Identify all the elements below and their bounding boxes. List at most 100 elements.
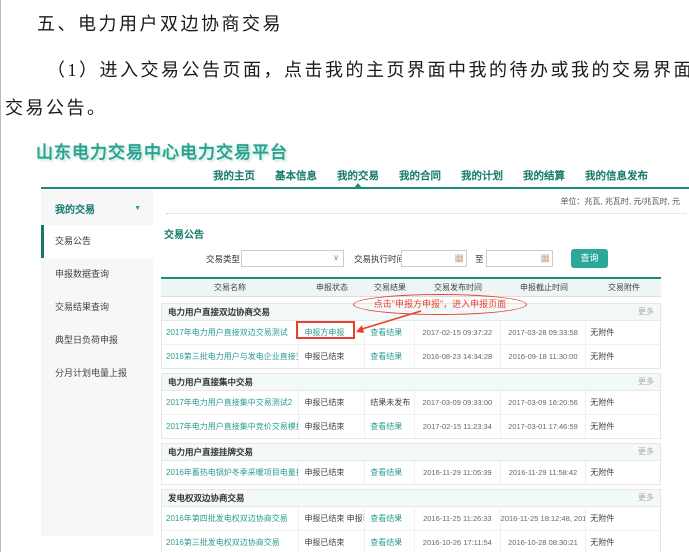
- document-page: 五、电力用户双边协商交易 （1）进入交易公告页面，点击我的主页界面中我的待办或我…: [0, 0, 689, 552]
- annotation-text: 点击"申报方申报"，进入申报页面: [374, 299, 506, 309]
- table-row: 2016第三批电力用户与发电企业直接交易申报已结束查看结果 2016-08-23 …: [162, 345, 660, 368]
- nav-tab-my-info-publish[interactable]: 我的信息发布: [585, 166, 648, 187]
- view-result-link[interactable]: 查看结果: [370, 352, 402, 361]
- attachment-cell: 无附件: [586, 321, 660, 344]
- units-label: 单位：兆瓦, 兆瓦时, 元/兆瓦时, 元: [156, 196, 689, 207]
- trade-result-cell: 查看结果: [365, 415, 415, 438]
- deadline-cell: 2017-03-28 09:33:58: [501, 321, 587, 344]
- exec-time-end-input[interactable]: ▦: [486, 250, 553, 267]
- table-row: 2017年电力用户直接集中竞价交易模拟测试申报已结束 查看结果 2017-02-15…: [162, 415, 660, 438]
- column-header-declare-status: 申报状态: [299, 279, 365, 296]
- table-row: 2017年电力用户直接双边交易测试申报方申报查看结果2017-02-15 09:…: [162, 321, 660, 345]
- column-header-trade-name: 交易名称: [161, 279, 299, 296]
- nav-tab-my-plans[interactable]: 我的计划: [461, 166, 503, 187]
- column-header-attachment: 交易附件: [587, 279, 661, 296]
- section-title: 电力用户直接双边协商交易: [168, 304, 270, 320]
- calendar-icon[interactable]: ▦: [541, 252, 550, 265]
- view-result-link[interactable]: 查看结果: [370, 328, 402, 337]
- trade-result-cell: 查看结果: [365, 321, 415, 344]
- table-row: 2016年蓄热电锅炉冬季采暖项目电量挂牌交申报已结束 查看结果 2016-11-29…: [162, 461, 660, 484]
- sidebar-item-trade-result-query[interactable]: 交易结果查询: [41, 291, 153, 324]
- declare-status-cell: 申报已结束: [299, 345, 365, 368]
- search-button[interactable]: 查询: [571, 249, 608, 268]
- highlight-box: [296, 321, 355, 339]
- sidebar-item-monthly-plan-report[interactable]: 分月计划电量上报: [41, 357, 153, 390]
- table-section: 电力用户直接集中交易更多2017年电力用户直接集中交易测试2申报已结束结果未发布…: [161, 373, 661, 439]
- deadline-cell: 2017-03-09 16:20:56: [501, 391, 587, 414]
- navbar-divider: [41, 187, 689, 189]
- view-result-link[interactable]: 查看结果: [370, 514, 402, 523]
- declare-status-cell: 申报已结束: [299, 391, 365, 414]
- trade-name-cell: 2017年电力用户直接集中竞价交易模拟测试: [162, 415, 299, 438]
- more-link[interactable]: 更多: [638, 304, 654, 320]
- attachment-cell: 无附件: [586, 461, 660, 484]
- trade-name-cell: 2016第三批电力用户与发电企业直接交易: [162, 345, 299, 368]
- sidebar-item-declared-data-query[interactable]: 申报数据查询: [41, 258, 153, 291]
- trade-name-link[interactable]: 2016年蓄热电锅炉冬季采暖项目电量挂牌交: [166, 468, 299, 477]
- trade-result-cell: 查看结果: [365, 345, 415, 368]
- more-link[interactable]: 更多: [638, 374, 654, 390]
- trade-name-link[interactable]: 2016第三批发电权双边协商交易: [166, 538, 280, 547]
- trade-name-link[interactable]: 2017年电力用户直接双边交易测试: [166, 328, 288, 337]
- top-navbar: 我的主页 基本信息 我的交易 我的合同 我的计划 我的结算 我的信息发布: [213, 166, 648, 187]
- trade-result-cell: 查看结果: [365, 461, 415, 484]
- chevron-down-icon: ∨: [333, 253, 339, 262]
- announcement-table: 交易名称 申报状态 交易结果 交易发布时间 申报截止时间 交易附件 电力用户直接…: [161, 277, 661, 552]
- paragraph-line-2: 交易公告。: [5, 94, 108, 120]
- dotted-divider: [166, 213, 686, 214]
- nav-tab-my-home[interactable]: 我的主页: [213, 166, 255, 187]
- page-title: 交易公告: [164, 226, 689, 241]
- annotation-callout: 点击"申报方申报"，进入申报页面: [353, 294, 527, 315]
- deadline-cell: 2016-11-29 11:58:42: [501, 461, 587, 484]
- nav-tab-my-contracts[interactable]: 我的合同: [399, 166, 441, 187]
- section-title: 电力用户直接集中交易: [168, 374, 253, 390]
- publish-time-cell: 2016-11-29 11:05:39: [415, 461, 501, 484]
- section-title: 发电权双边协商交易: [168, 490, 245, 506]
- attachment-cell: 无附件: [586, 391, 660, 414]
- declare-status-cell: 申报已结束: [299, 461, 365, 484]
- trade-name-cell: 2016年第四批发电权双边协商交易: [162, 507, 299, 530]
- sidebar-item-trade-announcement[interactable]: 交易公告: [41, 225, 153, 258]
- nav-tab-my-settlement[interactable]: 我的结算: [523, 166, 565, 187]
- calendar-icon[interactable]: ▦: [455, 252, 464, 265]
- attachment-cell: 无附件: [586, 345, 660, 368]
- section-heading: 五、电力用户双边协商交易: [37, 10, 283, 36]
- trade-name-link[interactable]: 2017年电力用户直接集中交易测试2: [166, 398, 292, 407]
- declare-status-text: 申报已结束: [304, 422, 344, 431]
- trading-platform-screenshot: 山东电力交易中心电力交易平台 我的主页 基本信息 我的交易 我的合同 我的计划 …: [1, 130, 689, 552]
- declare-status-cell: 申报已结束: [299, 415, 365, 438]
- view-result-link[interactable]: 查看结果: [370, 538, 402, 547]
- table-sections: 电力用户直接双边协商交易更多2017年电力用户直接双边交易测试申报方申报查看结果…: [161, 303, 661, 552]
- section-title: 电力用户直接挂牌交易: [168, 444, 253, 460]
- trade-name-link[interactable]: 2017年电力用户直接集中竞价交易模拟测试: [166, 422, 299, 431]
- exec-time-start-input[interactable]: ▦: [401, 250, 467, 267]
- trade-result-cell: 查看结果: [365, 507, 415, 530]
- declare-status-text: 申报已结束: [304, 468, 344, 477]
- view-result-link[interactable]: 查看结果: [370, 422, 402, 431]
- more-link[interactable]: 更多: [638, 444, 654, 460]
- declare-status-cell: 申报已结束: [299, 531, 365, 552]
- filter-bar: 交易类型： ∨ 交易执行时间： ▦ 至 ▦ 查询: [156, 249, 689, 273]
- view-result-link[interactable]: 查看结果: [370, 468, 402, 477]
- nav-tab-basic-info[interactable]: 基本信息: [275, 166, 317, 187]
- section-header-row: 电力用户直接挂牌交易 更多: [162, 444, 660, 461]
- section-header-row: 发电权双边协商交易 更多: [162, 490, 660, 507]
- publish-time-cell: 2016-10-26 17:11:54: [415, 531, 501, 552]
- trade-type-select[interactable]: ∨: [241, 250, 344, 267]
- attachment-cell: 无附件: [586, 415, 660, 438]
- trade-name-link[interactable]: 2016第三批电力用户与发电企业直接交易: [166, 352, 299, 361]
- nav-tab-my-trades[interactable]: 我的交易: [337, 166, 379, 187]
- table-row: 2016年第四批发电权双边协商交易申报已结束 申报已结束查看结果2016-11-…: [162, 507, 660, 531]
- to-label: 至: [475, 253, 484, 265]
- sidebar-header-my-trades[interactable]: 我的交易 ▼: [41, 190, 153, 225]
- trade-name-cell: 2016年蓄热电锅炉冬季采暖项目电量挂牌交: [162, 461, 299, 484]
- more-link[interactable]: 更多: [638, 490, 654, 506]
- declare-status-cell: 申报已结束 申报已结束: [299, 507, 365, 530]
- publish-time-cell: 2016-08-23 14:34:28: [415, 345, 501, 368]
- table-section: 发电权双边协商交易 更多 2016年第四批发电权双边协商交易 申报已结束 申报已结束查…: [161, 489, 661, 552]
- publish-time-cell: 2017-02-15 11:23:34: [415, 415, 501, 438]
- trade-name-link[interactable]: 2016年第四批发电权双边协商交易: [166, 514, 288, 523]
- publish-time-cell: 2017-02-15 09:37:22: [415, 321, 501, 344]
- column-header-deadline: 申报截止时间: [501, 279, 587, 296]
- sidebar-item-typical-daily-load[interactable]: 典型日负荷申报: [41, 324, 153, 357]
